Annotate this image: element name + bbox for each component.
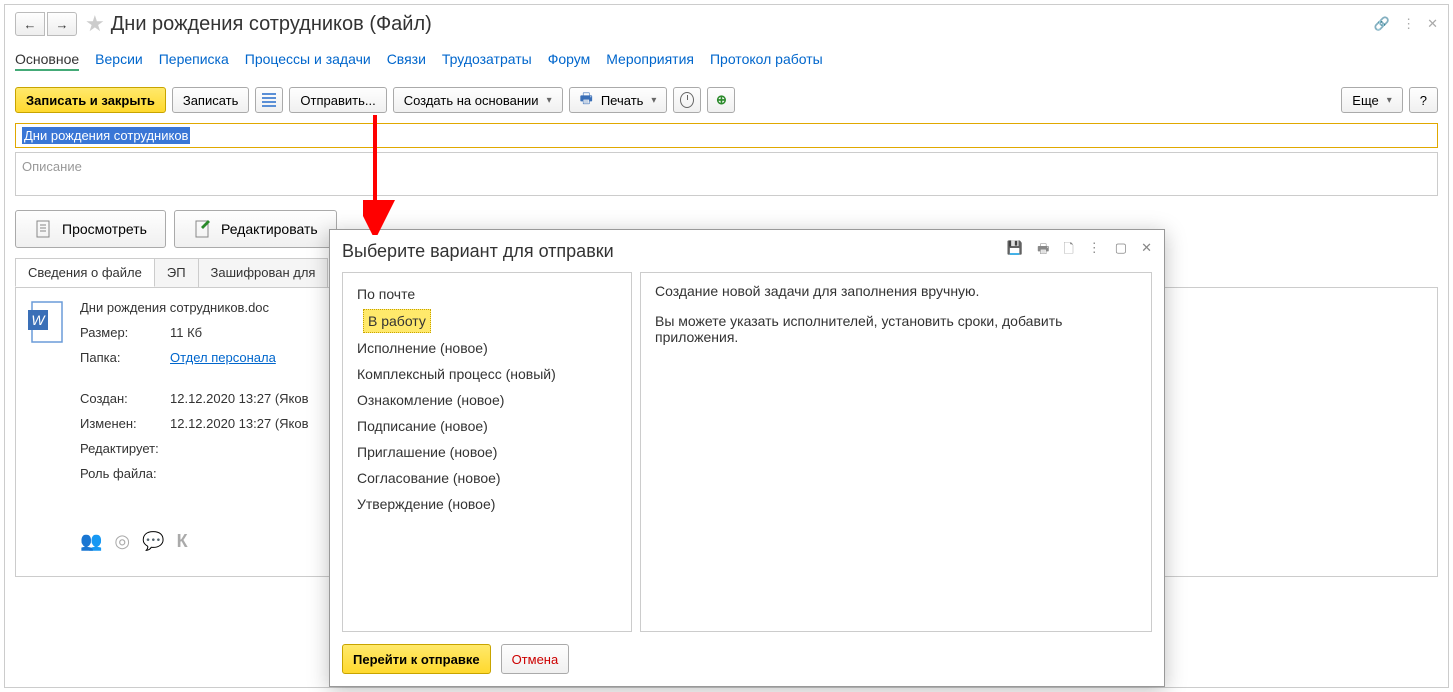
list-button[interactable] <box>255 87 283 113</box>
cancel-button[interactable]: Отмена <box>501 644 570 674</box>
back-button[interactable]: ← <box>15 12 45 36</box>
clock-icon <box>680 92 694 108</box>
chat-icon[interactable]: 💬 <box>142 531 164 552</box>
tab-correspondence[interactable]: Переписка <box>159 51 229 71</box>
more-button[interactable]: Еще <box>1341 87 1402 113</box>
titlebar: ← → ★ Дни рождения сотрудников (Файл) 🔗 … <box>5 5 1448 43</box>
window-title: Дни рождения сотрудников (Файл) <box>111 13 432 36</box>
subtab-info[interactable]: Сведения о файле <box>15 258 155 287</box>
edit-button[interactable]: Редактировать <box>174 210 337 248</box>
link-icon[interactable]: 🔗 <box>1374 16 1390 32</box>
modified-value: 12.12.2020 13:27 (Яков <box>170 416 309 431</box>
desc-line-1: Создание новой задачи для заполнения вру… <box>655 283 1137 299</box>
save-button[interactable]: Записать <box>172 87 250 113</box>
print-icon-modal[interactable]: 🖶 <box>1037 240 1049 262</box>
k-icon[interactable]: К <box>177 531 188 552</box>
favorite-star-icon[interactable]: ★ <box>85 11 105 37</box>
print-button[interactable]: Печать <box>569 87 668 113</box>
name-input[interactable]: Дни рождения сотрудников <box>15 123 1438 148</box>
toolbar: Записать и закрыть Записать Отправить...… <box>5 81 1448 119</box>
tab-links[interactable]: Связи <box>387 51 426 71</box>
description-box: Создание новой задачи для заполнения вру… <box>640 272 1152 632</box>
modal-title: Выберите вариант для отправки <box>342 241 614 262</box>
add-button[interactable]: ⊕ <box>707 87 735 113</box>
tab-events[interactable]: Мероприятия <box>606 51 694 71</box>
edits-label: Редактирует: <box>80 441 170 456</box>
option-list: По почте В работу Исполнение (новое) Ком… <box>342 272 632 632</box>
document-icon <box>34 219 54 239</box>
option-review[interactable]: Ознакомление (новое) <box>343 387 631 413</box>
close-icon-modal[interactable]: ✕ <box>1141 240 1152 262</box>
search-icon[interactable]: 🗋 <box>1063 240 1073 262</box>
created-label: Создан: <box>80 391 170 406</box>
main-window: ← → ★ Дни рождения сотрудников (Файл) 🔗 … <box>4 4 1449 688</box>
plus-icon: ⊕ <box>716 92 727 108</box>
print-icon <box>580 88 597 112</box>
subtab-ep[interactable]: ЭП <box>154 258 199 287</box>
tab-versions[interactable]: Версии <box>95 51 143 71</box>
send-button[interactable]: Отправить... <box>289 87 386 113</box>
option-work[interactable]: В работу <box>363 309 431 333</box>
folder-label: Папка: <box>80 350 170 365</box>
option-invite[interactable]: Приглашение (новое) <box>343 439 631 465</box>
word-file-icon: W <box>28 300 68 348</box>
nav-tabs: Основное Версии Переписка Процессы и зад… <box>5 43 1448 81</box>
send-options-modal: Выберите вариант для отправки 💾 🖶 🗋 ⋮ ▢ … <box>329 229 1165 687</box>
size-label: Размер: <box>80 325 170 340</box>
clock-button[interactable] <box>673 87 701 113</box>
desc-line-2: Вы можете указать исполнителей, установи… <box>655 313 1137 345</box>
subtab-encrypted[interactable]: Зашифрован для <box>198 258 329 287</box>
size-value: 11 Кб <box>170 325 202 340</box>
view-button[interactable]: Просмотреть <box>15 210 166 248</box>
go-send-button[interactable]: Перейти к отправке <box>342 644 491 674</box>
tab-protocol[interactable]: Протокол работы <box>710 51 823 71</box>
save-close-button[interactable]: Записать и закрыть <box>15 87 166 113</box>
kebab-icon-modal[interactable]: ⋮ <box>1088 240 1101 262</box>
modified-label: Изменен: <box>80 416 170 431</box>
tab-main[interactable]: Основное <box>15 51 79 71</box>
tab-forum[interactable]: Форум <box>548 51 591 71</box>
role-label: Роль файла: <box>80 466 170 481</box>
users-icon[interactable]: 👥 <box>80 531 102 552</box>
option-mail[interactable]: По почте <box>343 281 631 307</box>
kebab-icon[interactable]: ⋮ <box>1402 16 1415 32</box>
option-complex[interactable]: Комплексный процесс (новый) <box>343 361 631 387</box>
target-icon[interactable]: ◎ <box>114 531 130 552</box>
tab-processes[interactable]: Процессы и задачи <box>245 51 371 71</box>
help-button[interactable]: ? <box>1409 87 1438 113</box>
description-textarea[interactable]: Описание <box>15 152 1438 196</box>
option-execution[interactable]: Исполнение (новое) <box>343 335 631 361</box>
save-icon[interactable]: 💾 <box>1007 240 1023 262</box>
forward-button[interactable]: → <box>47 12 77 36</box>
close-icon[interactable]: ✕ <box>1427 16 1438 32</box>
option-sign[interactable]: Подписание (новое) <box>343 413 631 439</box>
maximize-icon[interactable]: ▢ <box>1115 240 1127 262</box>
create-based-button[interactable]: Создать на основании <box>393 87 563 113</box>
option-agree[interactable]: Согласование (новое) <box>343 465 631 491</box>
tab-labor[interactable]: Трудозатраты <box>442 51 532 71</box>
created-value: 12.12.2020 13:27 (Яков <box>170 391 309 406</box>
svg-text:W: W <box>31 312 46 328</box>
edit-icon <box>193 219 213 239</box>
option-approve[interactable]: Утверждение (новое) <box>343 491 631 517</box>
folder-link[interactable]: Отдел персонала <box>170 350 276 365</box>
file-name: Дни рождения сотрудников.doc <box>80 300 269 315</box>
